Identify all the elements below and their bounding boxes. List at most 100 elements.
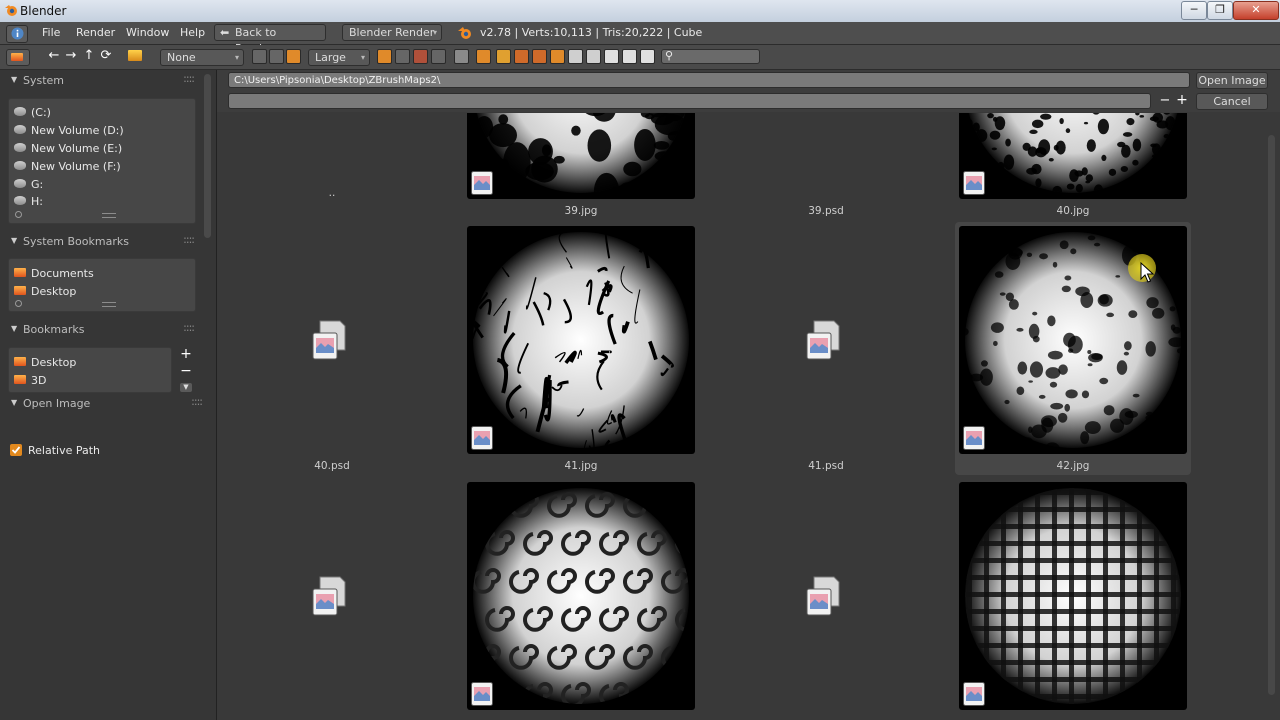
editor-type-button[interactable] [6,25,28,43]
thumbnails-icon[interactable] [286,49,301,64]
list-filter-toggle-icon[interactable] [15,211,22,218]
image-file-icon [963,426,985,450]
drag-handle-icon[interactable]: :::: [191,395,203,408]
psd-file-tile[interactable]: 39.psd [712,113,940,219]
close-button[interactable]: ✕ [1233,1,1279,20]
refresh-icon[interactable]: ⟳ [98,48,114,64]
menu-window[interactable]: Window [126,26,169,39]
menu-render[interactable]: Render [76,26,115,39]
filter-script-icon[interactable] [586,49,601,64]
relative-path-label: Relative Path [28,444,101,457]
psd-file-tile[interactable]: 41.psd [712,226,940,474]
maximize-button[interactable]: ❐ [1207,1,1233,20]
sort-size-icon[interactable] [431,49,446,64]
filter-text-icon[interactable] [640,49,655,64]
filter-movie-icon[interactable] [568,49,583,64]
image-file-tile[interactable] [959,482,1187,720]
drive-icon [14,107,26,116]
collapse-triangle-icon: ▼ [11,75,18,84]
sort-alpha-icon[interactable] [377,49,392,64]
system-bookmark-label: Documents [31,267,94,280]
dropdown-arrow-icon: ▾ [360,53,365,62]
dropdown-arrow-icon: ▾ [234,53,239,62]
hide-dot-files-icon[interactable] [454,49,469,64]
file-name-label: .. [328,187,336,199]
filename-field[interactable] [228,93,1151,109]
minimize-button[interactable]: ─ [1181,1,1207,20]
cancel-button[interactable]: Cancel [1196,93,1268,110]
back-arrow-icon[interactable]: ← [46,48,62,64]
search-field[interactable]: ⚲ [661,49,760,64]
decrement-button[interactable]: − [1158,92,1172,109]
generic-file-icon [312,320,346,360]
list-resize-grip[interactable] [102,302,116,307]
psd-file-tile[interactable]: 40.psd [218,226,446,474]
checkmark-icon [11,446,21,454]
image-file-tile[interactable]: 39.jpg [467,113,695,219]
window-title: Blender [20,4,67,18]
filter-icon[interactable] [476,49,491,64]
info-icon [11,27,24,40]
file-name-label: 41.psd [808,460,844,472]
list-resize-grip[interactable] [102,213,116,218]
folder-icon [11,53,23,61]
psd-file-tile[interactable] [712,482,940,720]
filter-image-icon[interactable] [550,49,565,64]
drag-handle-icon[interactable]: :::: [183,321,195,334]
drag-handle-icon[interactable]: :::: [183,72,195,85]
psd-file-tile[interactable] [218,482,446,720]
directory-path-field[interactable]: C:\Users\Pipsonia\Desktop\ZBrushMaps2\ [228,72,1190,88]
remove-bookmark-button[interactable]: − [179,363,193,379]
file-grid-scrollbar[interactable] [1268,113,1276,713]
image-file-icon [963,682,985,706]
increment-button[interactable]: + [1175,92,1189,109]
system-bookmarks-panel-header[interactable]: ▼ System Bookmarks :::: [0,232,204,252]
drive-icon [14,161,26,170]
bookmark-menu-arrow-icon[interactable]: ▼ [180,383,192,392]
sort-time-icon[interactable] [413,49,428,64]
image-thumbnail [467,113,695,199]
image-file-tile[interactable] [467,482,695,720]
filter-font-icon[interactable] [604,49,619,64]
parent-directory-tile[interactable]: .. [218,113,446,219]
editor-type-button[interactable] [6,49,30,66]
open-image-panel-header[interactable]: ▼ Open Image :::: [0,394,204,414]
display-size-dropdown[interactable]: Large ▾ [308,49,370,66]
image-thumbnail [467,226,695,454]
long-list-icon[interactable] [269,49,284,64]
bookmark-label: Desktop [31,356,77,369]
parent-directory-icon[interactable]: ↑ [81,48,97,64]
search-icon: ⚲ [665,49,674,62]
new-folder-icon[interactable] [128,50,142,61]
short-list-icon[interactable] [252,49,267,64]
dropdown-arrow-icon: ▾ [432,28,437,37]
drag-handle-icon[interactable]: :::: [183,233,195,246]
menu-help[interactable]: Help [180,26,205,39]
recursion-dropdown[interactable]: None ▾ [160,49,244,66]
bookmarks-panel-header[interactable]: ▼ Bookmarks :::: [0,320,204,340]
menu-file[interactable]: File [42,26,60,39]
blender-logo-icon [458,27,471,39]
filter-sound-icon[interactable] [622,49,637,64]
open-image-panel-title: Open Image [23,397,91,410]
render-engine-dropdown[interactable]: Blender Render ▾ [342,24,442,41]
add-bookmark-button[interactable]: + [179,346,193,362]
sort-extension-icon[interactable] [395,49,410,64]
filter-blend-icon[interactable] [514,49,529,64]
back-to-previous-button[interactable]: ⬅ Back to Previous [214,24,326,55]
generic-file-icon [312,576,346,616]
list-filter-toggle-icon[interactable] [15,300,22,307]
image-file-tile[interactable]: 41.jpg [467,226,695,474]
relative-path-checkbox[interactable] [10,444,22,456]
info-header: File Render Window Help ⬅ Back to Previo… [0,22,1280,55]
open-image-button[interactable]: Open Image [1196,72,1268,89]
system-panel-header[interactable]: ▼ System :::: [0,71,204,91]
forward-arrow-icon[interactable]: → [63,48,79,64]
filter-folder-icon[interactable] [496,49,511,64]
image-file-tile[interactable]: 40.jpg [959,113,1187,219]
sidebar-scrollbar[interactable] [204,74,211,238]
folder-icon [14,375,26,384]
scene-stats: v2.78 | Verts:10,113 | Tris:20,222 | Cub… [480,26,703,39]
folder-icon [14,286,26,295]
filter-backup-icon[interactable] [532,49,547,64]
